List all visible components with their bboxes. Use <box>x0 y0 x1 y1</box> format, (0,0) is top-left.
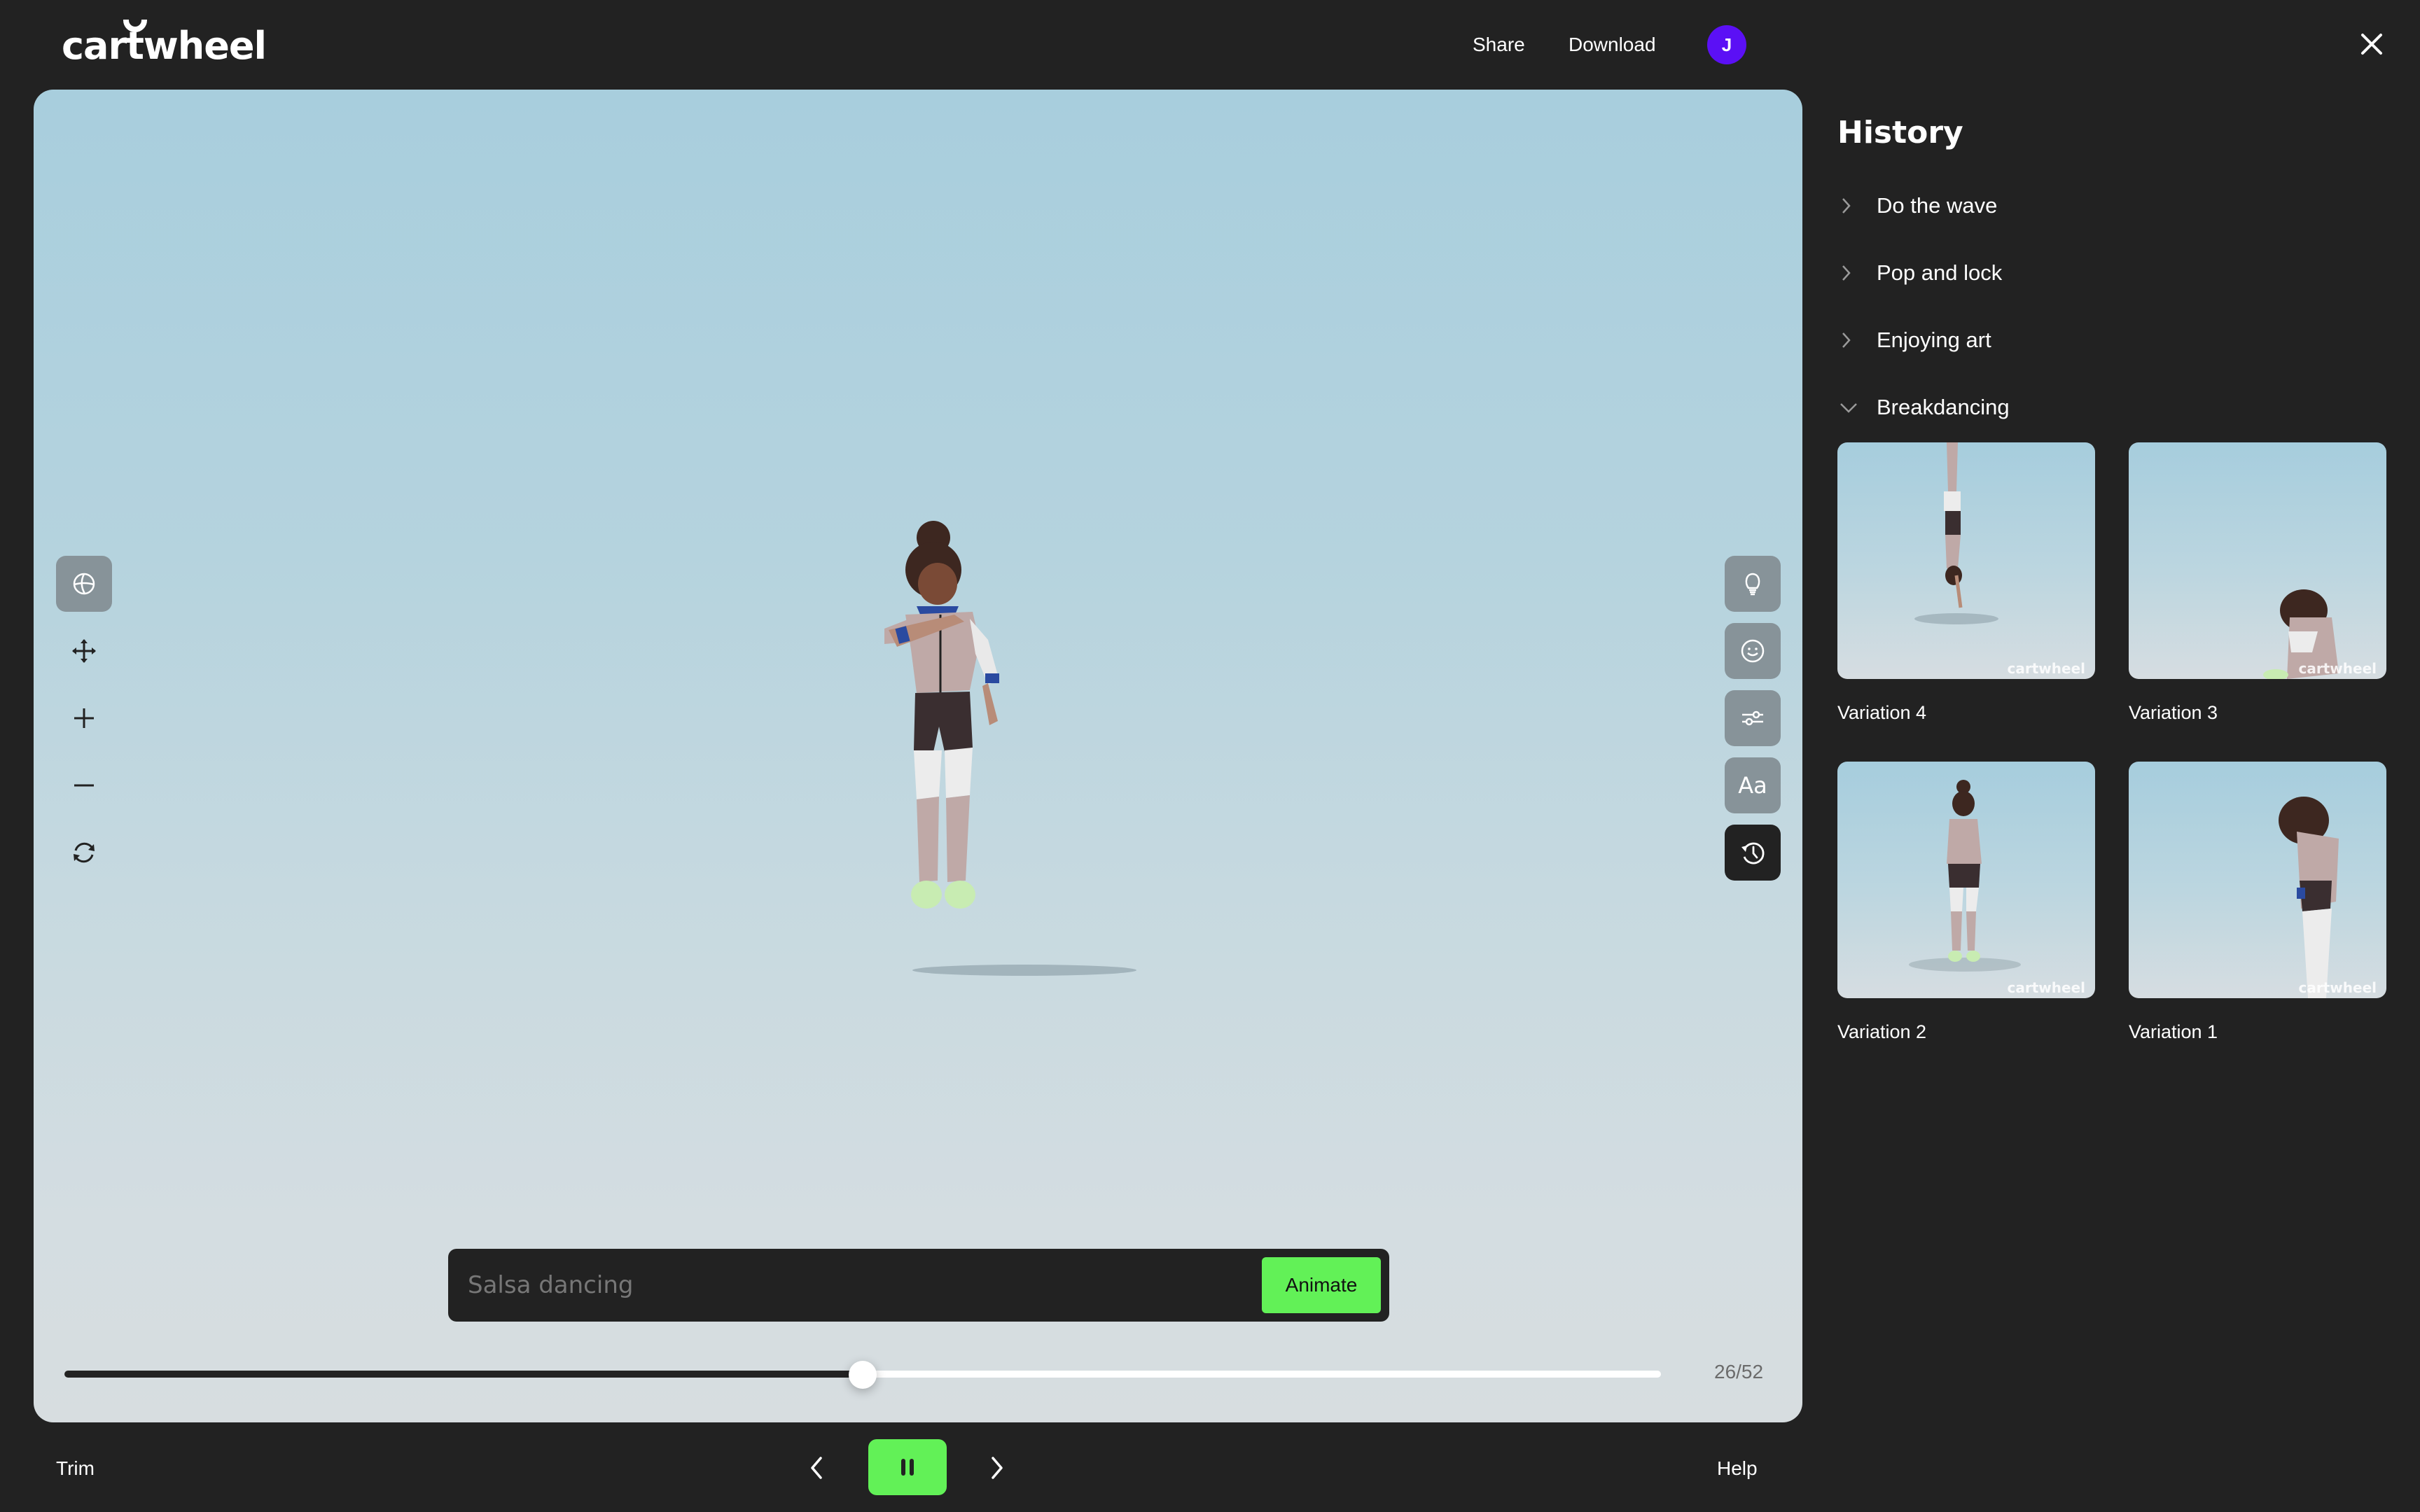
variation-label: Variation 3 <box>2129 702 2218 723</box>
variation-thumbnail[interactable]: cartwheel <box>1837 762 2095 998</box>
trim-button[interactable]: Trim <box>56 1455 95 1483</box>
smiley-icon <box>1741 639 1765 663</box>
pause-icon <box>901 1459 914 1476</box>
text-icon: Aa <box>1738 772 1767 799</box>
zoom-out-button[interactable] <box>56 757 112 813</box>
sliders-icon <box>1742 710 1763 726</box>
history-item[interactable]: Do the wave <box>1837 185 2384 227</box>
variation-thumbnail[interactable]: cartwheel <box>2129 442 2386 679</box>
svg-text:cartwheel: cartwheel <box>2008 979 2085 996</box>
character-shoe-right <box>945 881 975 909</box>
frame-counter: 26/52 <box>1714 1361 1764 1382</box>
help-button[interactable]: Help <box>1717 1455 1758 1483</box>
expression-button[interactable] <box>1725 623 1781 679</box>
character-shoe-left <box>911 881 942 909</box>
chevron-left-icon <box>811 1457 822 1479</box>
variation-2-preview: cartwheel <box>1909 780 2085 996</box>
close-button[interactable] <box>2354 27 2389 62</box>
pan-tool-button[interactable] <box>56 623 112 679</box>
character-leg-left <box>917 797 939 882</box>
minus-icon <box>74 784 94 787</box>
lightbulb-icon <box>1745 573 1760 596</box>
globe-icon <box>73 573 95 595</box>
timeline-slider[interactable] <box>64 1361 1661 1389</box>
share-button[interactable]: Share <box>1473 31 1525 59</box>
pause-button[interactable] <box>868 1439 947 1495</box>
history-item[interactable]: Pop and lock <box>1837 252 2384 294</box>
slider-fill <box>64 1371 863 1378</box>
animated-character[interactable] <box>814 517 1164 1007</box>
chevron-right-icon <box>1842 332 1851 348</box>
chevron-right-icon <box>992 1457 1003 1479</box>
history-button[interactable] <box>1725 825 1781 881</box>
svg-text:cartwheel: cartwheel <box>2008 660 2085 677</box>
reset-view-button[interactable] <box>56 825 112 881</box>
text-button[interactable]: Aa <box>1725 757 1781 813</box>
prompt-bar: Animate <box>448 1249 1389 1322</box>
orbit-tool-button[interactable] <box>56 556 112 612</box>
slider-thumb[interactable] <box>849 1361 877 1389</box>
svg-text:cartwheel: cartwheel <box>2299 979 2377 996</box>
adjust-button[interactable] <box>1725 690 1781 746</box>
move-icon <box>72 639 96 663</box>
svg-text:cartwheel: cartwheel <box>2299 660 2377 677</box>
variation-4-preview: cartwheel <box>2279 797 2377 998</box>
next-frame-button[interactable] <box>980 1449 1015 1487</box>
ideas-button[interactable] <box>1725 556 1781 612</box>
character-face <box>918 563 957 605</box>
variation-thumbnail[interactable]: cartwheel <box>1837 442 2095 679</box>
plus-icon <box>74 708 94 728</box>
history-item[interactable]: Enjoying art <box>1837 319 2384 361</box>
animate-button[interactable]: Animate <box>1262 1257 1381 1313</box>
user-avatar[interactable]: J <box>1707 25 1746 64</box>
prompt-input[interactable] <box>468 1249 1238 1322</box>
download-button[interactable]: Download <box>1569 31 1656 59</box>
previous-frame-button[interactable] <box>798 1449 833 1487</box>
character-shorts <box>914 692 973 752</box>
character-leg-right <box>946 795 970 882</box>
variation-4-preview: cartwheel <box>1914 442 2085 677</box>
chevron-right-icon <box>1842 198 1851 214</box>
character-shadow <box>912 965 1136 976</box>
refresh-icon <box>74 842 95 863</box>
history-title: History <box>1837 115 1963 150</box>
3d-viewport[interactable]: Aa Animate <box>34 90 1802 1422</box>
variation-label: Variation 2 <box>1837 1021 1927 1042</box>
cartwheel-logo: cartwheel <box>62 20 267 69</box>
variation-3-preview: cartwheel <box>2263 589 2377 679</box>
close-icon <box>2361 34 2382 55</box>
zoom-in-button[interactable] <box>56 690 112 746</box>
variation-label: Variation 4 <box>1837 702 1927 723</box>
variation-thumbnail[interactable]: cartwheel <box>2129 762 2386 998</box>
history-icon <box>1741 842 1765 864</box>
chevron-down-icon <box>1840 403 1857 413</box>
chevron-right-icon <box>1842 265 1851 281</box>
history-item-expanded[interactable]: Breakdancing <box>1837 386 2384 428</box>
variation-label: Variation 1 <box>2129 1021 2218 1042</box>
